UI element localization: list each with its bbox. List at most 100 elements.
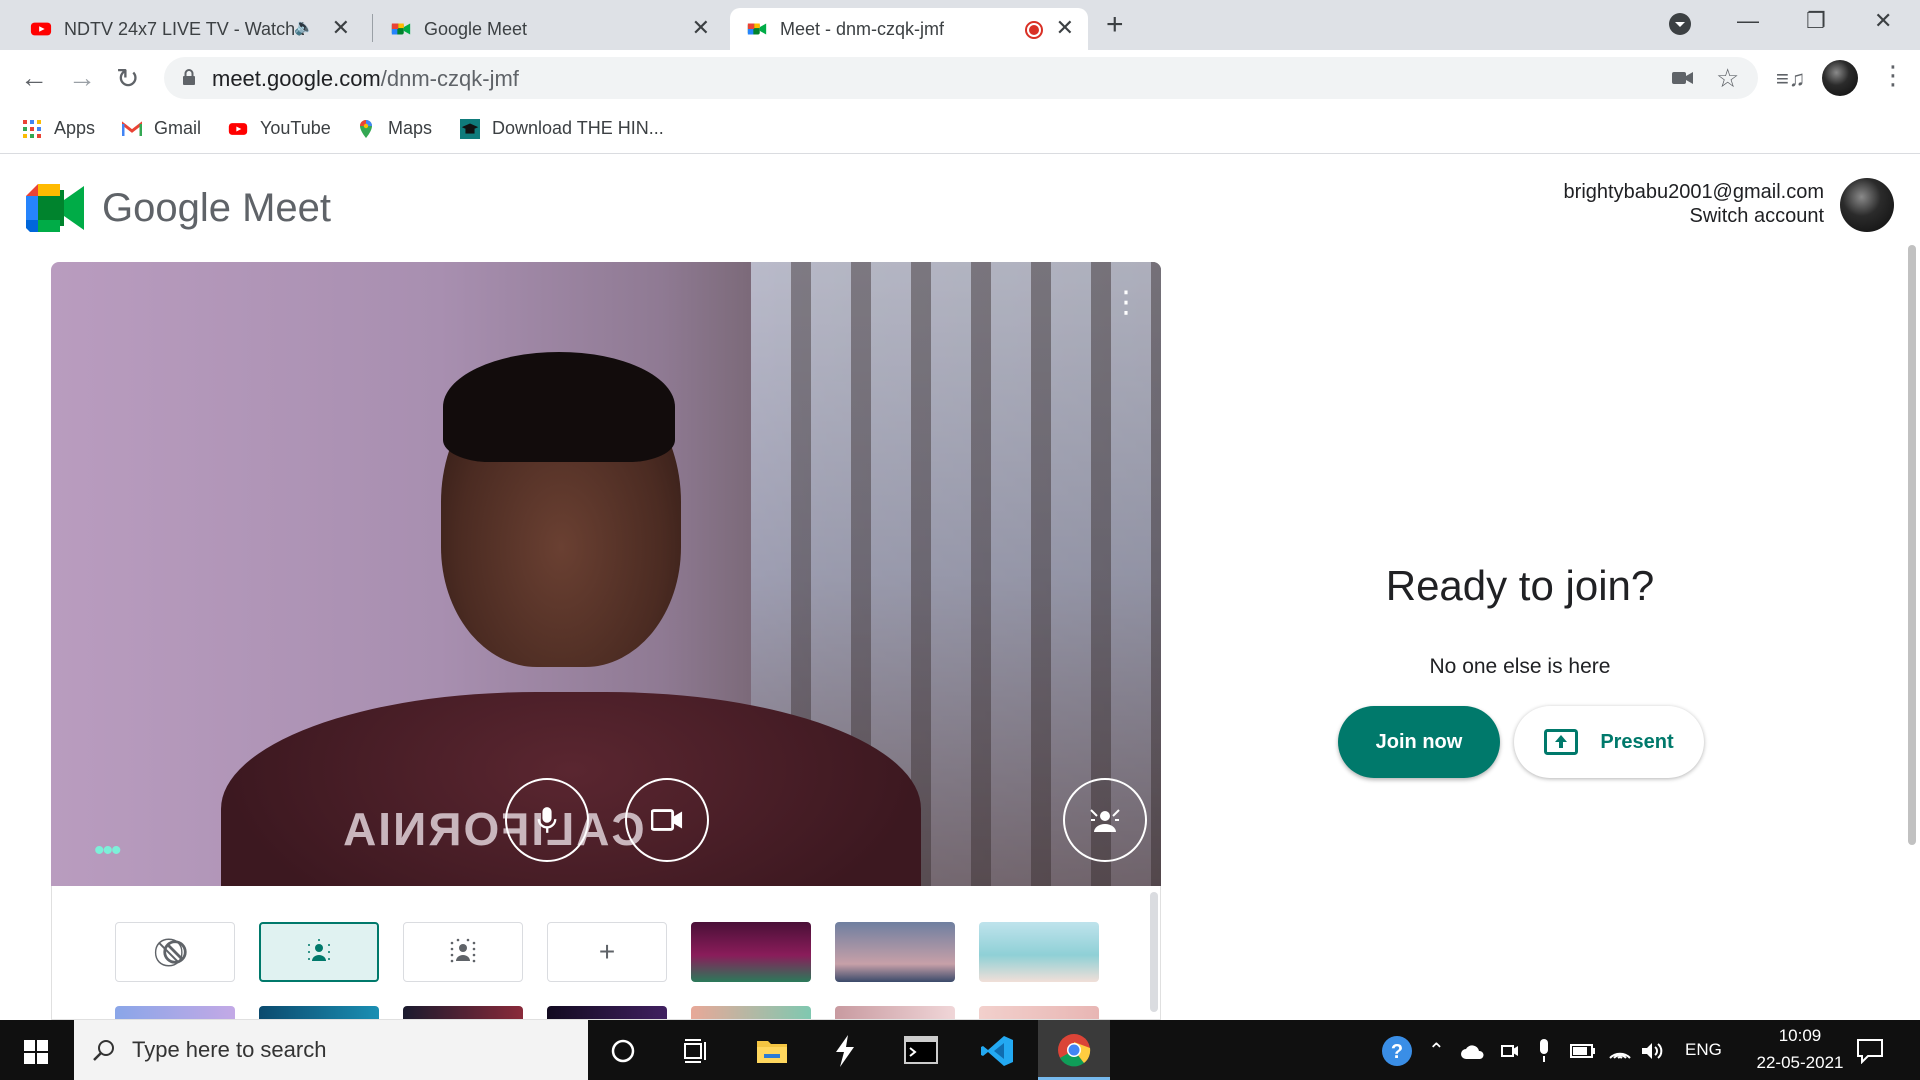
speaker-icon[interactable]: 🔈	[294, 17, 314, 37]
close-icon[interactable]: ✕	[692, 17, 710, 39]
restore-icon[interactable]: ❐	[1806, 8, 1826, 34]
search-icon	[93, 1040, 114, 1061]
background-option-ocean[interactable]	[259, 1006, 379, 1019]
background-effects-button[interactable]	[1063, 778, 1147, 862]
background-option-sky[interactable]	[115, 1006, 235, 1019]
volume-icon[interactable]	[1640, 1040, 1664, 1062]
windows-start-icon[interactable]	[24, 1040, 48, 1064]
video-options-icon[interactable]: ⋮	[1111, 288, 1141, 318]
media-control-icon[interactable]: ≡♫	[1776, 66, 1805, 92]
bookmarks-bar: Apps Gmail YouTube Maps Download THE HIN…	[0, 106, 1920, 154]
vscode-icon[interactable]	[980, 1034, 1014, 1068]
full-blur-button[interactable]	[403, 922, 523, 982]
background-option-fireworks[interactable]	[547, 1006, 667, 1019]
close-icon[interactable]: ✕	[332, 17, 350, 39]
turn-off-effects-button[interactable]: ⃠	[115, 922, 235, 982]
bookmark-youtube[interactable]: YouTube	[228, 118, 331, 139]
google-meet-logo[interactable]	[26, 184, 84, 232]
tray-expand-icon[interactable]: ⌃	[1428, 1038, 1445, 1063]
background-option-pink[interactable]	[979, 1006, 1099, 1019]
url-text[interactable]: meet.google.com/dnm-czqk-jmf	[212, 66, 519, 92]
lock-icon[interactable]	[182, 69, 196, 85]
meet-brand-title: Google Meet	[102, 186, 332, 230]
window-close-icon[interactable]: ✕	[1874, 8, 1892, 34]
forward-arrow-icon[interactable]: →	[68, 62, 96, 94]
account-avatar[interactable]	[1840, 178, 1894, 232]
url-host: meet.google.com	[212, 66, 381, 91]
bookmark-label: YouTube	[260, 118, 331, 138]
close-icon[interactable]: ✕	[1056, 17, 1074, 39]
reload-icon[interactable]: ↻	[116, 62, 139, 95]
bookmark-apps[interactable]: Apps	[22, 118, 95, 139]
shirt-print: CALIFORNIA	[341, 803, 645, 855]
background-option-blossoms[interactable]	[835, 1006, 955, 1019]
address-bar[interactable]: meet.google.com/dnm-czqk-jmf ☆	[164, 57, 1758, 99]
task-view-icon[interactable]	[682, 1038, 710, 1064]
background-option-space[interactable]	[403, 1006, 523, 1019]
gmail-icon	[122, 120, 142, 136]
join-now-button[interactable]: Join now	[1338, 706, 1500, 778]
tab-meet-call[interactable]: Meet - dnm-czqk-jmf ✕	[730, 8, 1088, 50]
wifi-icon[interactable]	[1608, 1040, 1632, 1062]
apps-grid-icon	[23, 119, 41, 138]
microphone-toggle-button[interactable]	[505, 778, 589, 862]
app-lightning-icon[interactable]	[830, 1034, 860, 1068]
effects-scrollbar[interactable]	[1150, 892, 1158, 1012]
tab-ndtv[interactable]: NDTV 24x7 LIVE TV - Watch L 🔈 ✕	[14, 8, 364, 50]
video-camera-icon	[651, 809, 683, 831]
bookmark-star-icon[interactable]: ☆	[1716, 63, 1739, 94]
new-tab-button[interactable]: +	[1106, 8, 1124, 42]
clock-time[interactable]: 10:09	[1760, 1026, 1840, 1046]
terminal-icon[interactable]	[904, 1036, 938, 1064]
chrome-taskbar-button[interactable]	[1038, 1020, 1110, 1080]
tray-microphone-icon[interactable]	[1536, 1038, 1552, 1064]
tab-strip: NDTV 24x7 LIVE TV - Watch L 🔈 ✕ Google M…	[0, 0, 1920, 50]
ready-to-join-heading: Ready to join?	[1385, 562, 1655, 609]
more-menu-icon[interactable]: ⋮	[1880, 60, 1906, 91]
background-option-beach[interactable]	[979, 922, 1099, 982]
bookmark-label: Maps	[388, 118, 433, 138]
minimize-icon[interactable]: —	[1737, 8, 1759, 34]
meet-now-icon[interactable]	[1500, 1040, 1520, 1062]
tab-title: NDTV 24x7 LIVE TV - Watch L	[64, 18, 304, 39]
background-option-sunset[interactable]	[835, 922, 955, 982]
bookmark-download[interactable]: Download THE HIN...	[460, 118, 664, 139]
recording-icon	[1025, 21, 1043, 39]
camera-toggle-button[interactable]	[625, 778, 709, 862]
youtube-icon	[228, 122, 248, 135]
add-background-button[interactable]: +	[547, 922, 667, 982]
youtube-icon	[30, 22, 52, 36]
plus-icon: +	[598, 936, 616, 967]
bookmark-maps[interactable]: Maps	[356, 118, 432, 139]
url-path: /dnm-czqk-jmf	[380, 66, 519, 91]
maps-pin-icon	[360, 119, 372, 138]
page-scrollbar[interactable]	[1908, 245, 1916, 845]
file-explorer-icon[interactable]	[756, 1036, 788, 1064]
clock-date[interactable]: 22-05-2021	[1736, 1053, 1864, 1073]
input-language[interactable]: ENG	[1685, 1040, 1722, 1060]
cortana-icon[interactable]	[610, 1038, 636, 1064]
slight-blur-button[interactable]	[259, 922, 379, 982]
present-button[interactable]: Present	[1514, 706, 1704, 778]
profile-avatar[interactable]	[1822, 60, 1858, 96]
taskbar-search-box[interactable]: Type here to search	[74, 1020, 588, 1080]
background-effects-icon	[1090, 809, 1120, 832]
present-screen-icon	[1544, 729, 1579, 755]
notifications-icon[interactable]	[1856, 1038, 1884, 1064]
google-meet-icon	[391, 23, 411, 35]
bookmark-gmail[interactable]: Gmail	[122, 118, 201, 139]
background-option-party[interactable]	[691, 922, 811, 982]
onedrive-icon[interactable]	[1460, 1044, 1486, 1060]
slight-blur-icon	[308, 939, 330, 961]
back-arrow-icon[interactable]: ←	[20, 62, 48, 94]
full-blur-icon	[450, 938, 476, 963]
battery-icon[interactable]	[1570, 1043, 1596, 1059]
switch-account-link[interactable]: Switch account	[1689, 205, 1824, 228]
tab-google-meet[interactable]: Google Meet ✕	[374, 8, 724, 50]
account-email: brightybabu2001@gmail.com	[1563, 181, 1824, 203]
background-option-flowers[interactable]	[691, 1006, 811, 1019]
help-icon[interactable]: ?	[1380, 1034, 1414, 1068]
join-now-label: Join now	[1375, 730, 1463, 753]
tab-search-icon[interactable]	[1668, 12, 1692, 36]
camera-in-use-icon[interactable]	[1672, 70, 1694, 86]
